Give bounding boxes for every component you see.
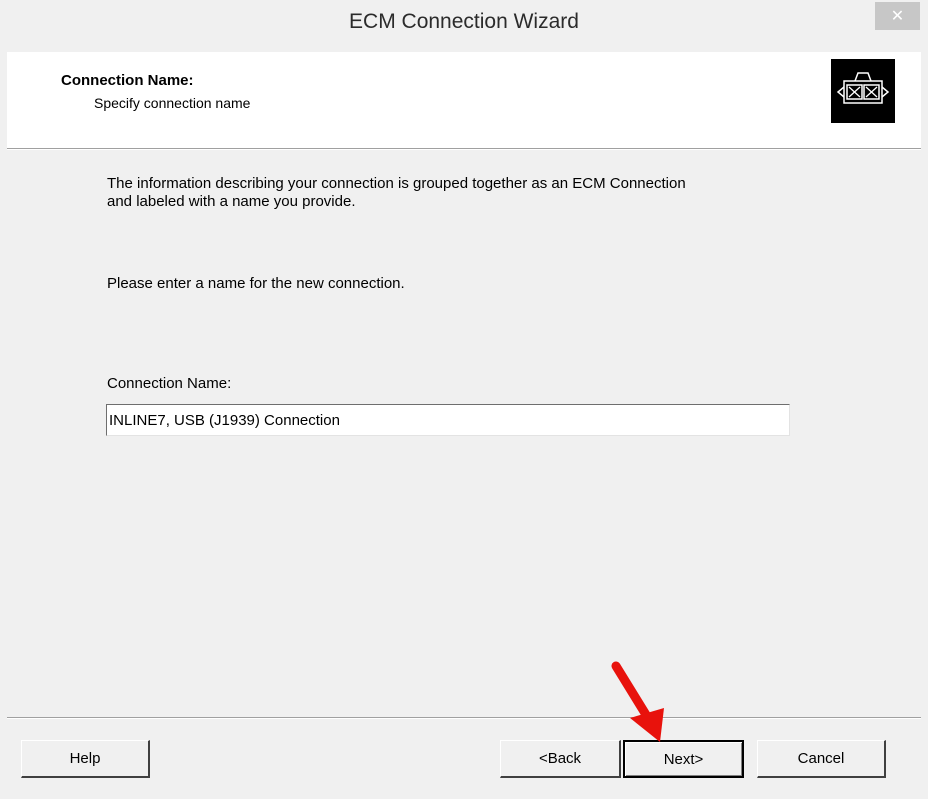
intro-text-line2: and labeled with a name you provide. (107, 193, 356, 210)
ecm-connector-icon (831, 59, 895, 123)
help-button[interactable]: Help (21, 740, 150, 778)
window-frame-right (921, 52, 928, 799)
wizard-header: Connection Name: Specify connection name (7, 52, 921, 150)
red-arrow-icon (611, 661, 664, 742)
intro-text-line1: The information describing your connecti… (107, 175, 686, 192)
window-title: ECM Connection Wizard (349, 10, 579, 33)
title-bar[interactable]: ECM Connection Wizard ✕ (0, 0, 928, 52)
connection-name-input[interactable] (106, 404, 790, 436)
header-title: Connection Name: (61, 72, 194, 89)
button-separator (7, 717, 921, 719)
window-frame-left (0, 52, 7, 799)
cancel-button[interactable]: Cancel (757, 740, 886, 778)
wizard-window: ECM Connection Wizard ✕ Connection Name:… (0, 0, 928, 799)
close-icon: ✕ (890, 8, 905, 25)
header-subtitle: Specify connection name (94, 95, 251, 111)
connection-name-label: Connection Name: (107, 375, 232, 392)
prompt-text: Please enter a name for the new connecti… (107, 275, 405, 292)
close-button[interactable]: ✕ (875, 2, 920, 30)
